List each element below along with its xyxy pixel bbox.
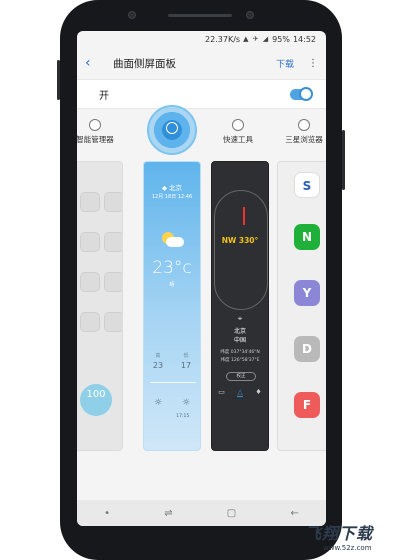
app-icon-f[interactable]: F [294,392,320,418]
compass-needle [243,207,245,225]
compass-country: 中国 [233,337,246,344]
touch-indicator [147,105,197,155]
back-nav-icon[interactable]: ← [290,508,298,519]
panel-option-samsung-browser[interactable]: 三星浏览器 [274,119,326,145]
weather-location: ◆ 北京 [161,184,183,192]
screen: 22.37K/s ▲ ✈ ◢ 95% 14:52 ‹ 曲面侧屏面板 下载 ⋮ 开… [77,31,326,526]
network-speed: 22.37K/s [205,34,241,44]
home-icon[interactable]: ▢ [227,508,236,519]
weather-description: 晴 [169,282,175,288]
panel-option-smart-manager[interactable]: 智能管理器 [77,119,125,145]
browser-panel[interactable]: S N Y D F [277,161,326,451]
sun-icons: ☼ ☼ [144,398,200,408]
panel-label: 智能管理器 [77,135,114,144]
panel-radio-group: 智能管理器 快速工具 三星浏览器 [77,105,326,161]
shield-icon [104,192,122,212]
longitude: 纬度 126°58'37"E [220,358,260,363]
divider [150,382,196,383]
app-icon-s[interactable]: S [294,172,320,198]
radio-button[interactable] [232,119,244,131]
compass-reading: NW 330° [221,236,259,245]
high-low-values: 23 17 [144,361,200,370]
more-options-icon[interactable]: ⋮ [308,58,318,69]
weather-date: 12月 18日 12:46 [151,194,193,200]
compass-dial [214,190,268,310]
panel-carousel: 100 ◆ 北京 12月 18日 12:46 23°c 晴 高 低 23 17 … [77,161,326,481]
weather-panel[interactable]: ◆ 北京 12月 18日 12:46 23°c 晴 高 低 23 17 ☼ ☼ [143,161,201,451]
page-title: 曲面侧屏面板 [113,57,176,70]
radio-button[interactable] [298,119,310,131]
panel-label: 三星浏览器 [285,135,323,144]
quick-tools-panel[interactable]: NW 330° ⌖ 北京 中国 纬度 037°34'46"N 纬度 126°58… [211,161,269,451]
high-value: 23 [152,361,164,370]
sort-icon [104,232,122,252]
nav-dot-icon[interactable]: • [104,508,110,519]
app-icon-d[interactable]: D [294,336,320,362]
sunset-icon: ☼ [181,398,191,408]
battery-score: 100 [86,389,106,400]
watermark-logo: 飞翔下载 www.52z.com [305,520,395,556]
radio-button[interactable] [89,119,101,131]
smart-manager-panel[interactable]: 100 [77,161,123,451]
partly-cloudy-icon [162,232,184,248]
tool-tabs: ▭ △ ♦ [212,388,268,397]
storage-icon [80,312,100,332]
master-toggle-row[interactable]: 开 [77,79,326,109]
low-label: 低 [183,353,189,359]
panel-option-quick-tools[interactable]: 快速工具 [208,119,268,145]
sun-times: 17:15 [144,414,200,419]
high-label: 高 [155,353,161,359]
compass-city: 北京 [233,328,246,335]
download-button[interactable]: 下载 [276,57,294,70]
front-camera-icon [246,11,254,19]
watermark-title: 飞翔下载 [305,524,374,543]
high-low-labels: 高 低 [144,352,200,359]
battery-percent: 95% [272,34,290,44]
panel-label: 快速工具 [223,135,253,144]
recent-apps-icon[interactable]: ⇌ [164,508,172,519]
battery-score-badge: 100 [80,384,112,416]
ruler-icon[interactable]: ▭ [218,388,225,397]
calibrate-button[interactable]: 校正 [226,372,256,381]
flashlight-icon[interactable]: ♦ [255,388,261,397]
latitude: 纬度 037°34'46"N [220,350,260,355]
block-icon [104,272,122,292]
low-value: 17 [180,361,192,370]
sunrise-icon: ☼ [153,398,163,408]
memory-icon [80,272,100,292]
phone-power-button [342,130,345,190]
sensor-icon [128,11,136,19]
clock: 14:52 [292,34,316,44]
settings-icon [104,312,122,332]
compass-icon[interactable]: △ [237,388,243,397]
back-icon[interactable]: ‹ [85,55,113,71]
radio-selected-icon[interactable] [166,122,178,134]
toggle-label: 开 [99,90,109,102]
app-bar: ‹ 曲面侧屏面板 下载 ⋮ [77,47,326,79]
navigation-bar: • ⇌ ▢ ← [77,500,326,526]
weather-temperature: 23°c [152,258,192,278]
status-icons: ▲ ✈ ◢ [243,35,270,43]
master-switch[interactable] [290,86,313,101]
sunset-time: 17:15 [176,414,190,419]
gauge-icon [80,232,100,252]
watermark-url: www.52z.com [323,544,372,552]
phone-icon [80,192,100,212]
app-icon-n[interactable]: N [294,224,320,250]
earpiece [168,14,232,17]
app-icon-y[interactable]: Y [294,280,320,306]
status-bar: 22.37K/s ▲ ✈ ◢ 95% 14:52 [77,31,326,47]
location-pin-icon: ⌖ [237,314,243,323]
